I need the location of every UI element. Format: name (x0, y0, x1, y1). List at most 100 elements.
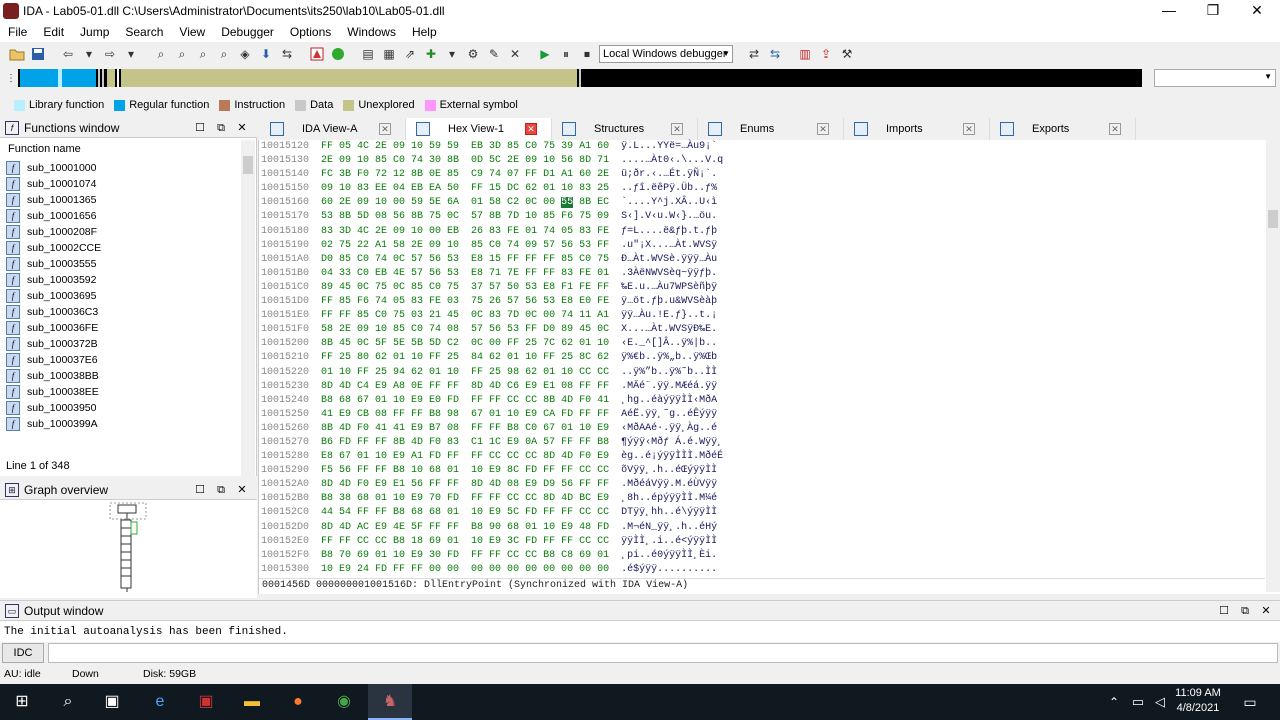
hex-ascii[interactable]: ¸8h..épýÿÿÌÌ.M¼é (621, 493, 717, 504)
function-row[interactable]: f sub_100037E6 (6, 352, 240, 368)
search-next-icon[interactable]: ⌕ (215, 45, 233, 63)
hex-view-icon[interactable]: ⇆ (278, 45, 296, 63)
tab-hex-view-1[interactable]: Hex View-1 ✕ (406, 118, 552, 140)
hex-bytes[interactable]: 41 E9 CB 08 FF FF B8 98 67 01 10 E9 CA F… (321, 409, 609, 420)
show-hidden-icons-icon[interactable]: ⌃ (1102, 690, 1126, 714)
hex-bytes[interactable]: F5 56 FF FF B8 10 68 01 10 E9 8C FD FF F… (321, 465, 609, 476)
restore-panel-icon[interactable]: ☐ (192, 120, 208, 136)
function-row[interactable]: f sub_100036FE (6, 320, 240, 336)
hex-bytes[interactable]: 8B 45 0C 5F 5E 5B 5D C2 0C 00 FF 25 7C 6… (321, 338, 609, 349)
menu-edit[interactable]: Edit (43, 25, 64, 39)
hex-ascii[interactable]: ü;ðr.‹.…Ét.ÿÑ¡`. (621, 169, 717, 180)
hex-ascii[interactable]: ‰E.u.…Àu7WPSèñþÿ (621, 282, 717, 293)
menu-debugger[interactable]: Debugger (221, 25, 274, 39)
idc-command-input[interactable] (48, 643, 1278, 663)
selected-byte[interactable]: 55 (561, 197, 574, 209)
hex-ascii[interactable]: ..ƒî.ëêPÿ.Üb..ƒ% (621, 183, 717, 194)
menu-options[interactable]: Options (290, 25, 331, 39)
hex-ascii[interactable]: .u"¡X...…Àt.WVSÿ (621, 240, 717, 251)
hex-row[interactable]: 100152D0 8D 4D AC E9 4E 5F FF FF B8 90 6… (261, 521, 1261, 535)
hex-row[interactable]: 10015160 60 2E 09 10 00 59 5E 6A 01 58 C… (261, 196, 1261, 210)
windows-start-icon[interactable]: ⊞ (10, 690, 34, 714)
menu-view[interactable]: View (179, 25, 205, 39)
graph-red-icon[interactable] (308, 45, 326, 63)
function-row[interactable]: f sub_100038BB (6, 368, 240, 384)
hex-row[interactable]: 100151D0 FF 85 F6 74 05 83 FE 03 75 26 5… (261, 295, 1261, 309)
tab-close-icon[interactable]: ✕ (817, 123, 829, 135)
hex-ascii[interactable]: õVÿÿ¸.h..éŒýÿÿÌÌ (621, 465, 717, 476)
hex-ascii[interactable]: .é$ýÿÿ.......... (621, 564, 717, 575)
hex-ascii[interactable]: .MÄé¨.ÿÿ.MÆéá.ÿÿ (621, 381, 717, 392)
hex-ascii[interactable]: ¸hg..éàýÿÿÌÌ‹MðA (621, 395, 717, 406)
hex-bytes[interactable]: 60 2E 09 10 00 59 5E 6A 01 58 C2 0C 00 5… (321, 197, 609, 209)
hex-bytes[interactable]: B8 68 67 01 10 E9 E0 FD FF FF CC CC 8B 4… (321, 395, 609, 406)
hex-ascii[interactable]: .MðéáVÿÿ.M.éÙVÿÿ (621, 479, 717, 490)
hex-ascii[interactable]: ‹E._^[]Â..ÿ%|b.. (621, 338, 717, 349)
maximize-button[interactable]: ❐ (1190, 0, 1236, 22)
idc-button[interactable]: IDC (2, 643, 44, 663)
hex-row[interactable]: 10015140 FC 3B F0 72 12 8B 0E 85 C9 74 0… (261, 168, 1261, 182)
hex-row[interactable]: 100152E0 FF FF CC CC B8 18 69 01 10 E9 3… (261, 535, 1261, 549)
hex-row[interactable]: 10015280 E8 67 01 10 E9 A1 FD FF FF CC C… (261, 450, 1261, 464)
function-row[interactable]: f sub_10003555 (6, 256, 240, 272)
search-text-icon[interactable]: ⌕ (173, 45, 191, 63)
task-view-icon[interactable]: ▣ (100, 690, 124, 714)
close-button[interactable]: ✕ (1234, 0, 1280, 22)
hex-bytes[interactable]: 89 45 0C 75 0C 85 C0 75 37 57 50 53 E8 F… (321, 282, 609, 293)
hex-bytes[interactable]: FF 85 F6 74 05 83 FE 03 75 26 57 56 53 E… (321, 296, 609, 307)
hex-ascii[interactable]: DTÿÿ¸hh..é\ýÿÿÌÌ (621, 507, 717, 518)
delete-icon[interactable]: ✕ (506, 45, 524, 63)
app-red-icon[interactable]: ▣ (194, 690, 218, 714)
hex-ascii[interactable]: ....…Àt0‹.\...V.q (621, 155, 723, 166)
hex-bytes[interactable]: FF FF CC CC B8 18 69 01 10 E9 3C FD FF F… (321, 536, 609, 547)
function-row[interactable]: f sub_100038EE (6, 384, 240, 400)
menu-search[interactable]: Search (125, 25, 163, 39)
close-panel-icon[interactable]: ✕ (234, 482, 250, 498)
green-circle-icon[interactable] (329, 45, 347, 63)
hex-row[interactable]: 100151B0 04 33 C0 EB 4E 57 56 53 E8 71 7… (261, 267, 1261, 281)
hex-view[interactable]: 10015120 FF 05 4C 2E 09 10 59 59 EB 3D 8… (258, 140, 1280, 594)
hex-bytes[interactable]: B8 38 68 01 10 E9 70 FD FF FF CC CC 8D 4… (321, 493, 609, 504)
edge-icon[interactable]: e (148, 690, 172, 714)
hex-row[interactable]: 100152C0 44 54 FF FF B8 68 68 01 10 E9 5… (261, 506, 1261, 520)
hex-bytes[interactable]: 8B 4D F0 41 41 E9 B7 08 FF FF B8 C0 67 0… (321, 423, 609, 434)
function-name-column-header[interactable]: Function name (0, 140, 240, 158)
tab-exports[interactable]: Exports ✕ (990, 118, 1136, 140)
chrome-icon[interactable]: ◉ (332, 690, 356, 714)
save-icon[interactable] (29, 45, 47, 63)
notifications-icon[interactable]: ▭ (1238, 690, 1262, 714)
hex-bytes[interactable]: 8D 4D F0 E9 E1 56 FF FF 8D 4D 08 E9 D9 5… (321, 479, 609, 490)
hex-ascii[interactable]: .3ÀëNWVSèq~ÿÿƒþ. (621, 268, 717, 279)
play-icon[interactable]: ▶ (536, 45, 554, 63)
network-icon[interactable]: ▭ (1126, 690, 1150, 714)
function-row[interactable]: f sub_10003592 (6, 272, 240, 288)
file-explorer-icon[interactable]: ▬ (240, 690, 264, 714)
close-panel-icon[interactable]: ✕ (234, 120, 250, 136)
tab-close-icon[interactable]: ✕ (525, 123, 537, 135)
hex-bytes[interactable]: FC 3B F0 72 12 8B 0E 85 C9 74 07 FF D1 A… (321, 169, 609, 180)
hex-row[interactable]: 100152F0 B8 70 69 01 10 E9 30 FD FF FF C… (261, 549, 1261, 563)
step-icon[interactable]: ⇪ (817, 45, 835, 63)
hex-ascii[interactable]: Ð…Àt.WVSè.ÿÿÿ…Àu (621, 254, 717, 265)
hex-bytes[interactable]: 02 75 22 A1 58 2E 09 10 85 C0 74 09 57 5… (321, 240, 609, 251)
hex-bytes[interactable]: 09 10 83 EE 04 EB EA 50 FF 15 DC 62 01 1… (321, 183, 609, 194)
hex-bytes[interactable]: 8D 4D C4 E9 A8 0E FF FF 8D 4D C6 E9 E1 0… (321, 381, 609, 392)
back-dropdown-icon[interactable]: ▾ (80, 45, 98, 63)
debugger-select[interactable]: Local Windows debugger (599, 45, 733, 63)
nav-left-icon[interactable]: ⋮ (6, 70, 16, 86)
function-row[interactable]: f sub_1000399A (6, 416, 240, 432)
minimize-button[interactable]: — (1146, 0, 1192, 22)
rename-icon[interactable]: ✎ (485, 45, 503, 63)
graph-overview-thumbnail[interactable] (108, 502, 150, 594)
menu-windows[interactable]: Windows (347, 25, 396, 39)
hex-bytes[interactable]: FF 25 80 62 01 10 FF 25 84 62 01 10 FF 2… (321, 352, 609, 363)
menu-jump[interactable]: Jump (80, 25, 109, 39)
tools-icon[interactable]: ⚒ (838, 45, 856, 63)
taskbar-clock[interactable]: 11:09 AM 4/8/2021 (1166, 686, 1230, 716)
hex-row[interactable]: 10015270 B6 FD FF FF 8B 4D F0 83 C1 1C E… (261, 436, 1261, 450)
hex-ascii[interactable]: èg..é¡ýÿÿÌÌÌ.MðéÉ (621, 451, 723, 462)
tab-enums[interactable]: Enums ✕ (698, 118, 844, 140)
tab-close-icon[interactable]: ✕ (1109, 123, 1121, 135)
breakpoint-icon[interactable]: ⇄ (745, 45, 763, 63)
hex-row[interactable]: 10015290 F5 56 FF FF B8 10 68 01 10 E9 8… (261, 464, 1261, 478)
